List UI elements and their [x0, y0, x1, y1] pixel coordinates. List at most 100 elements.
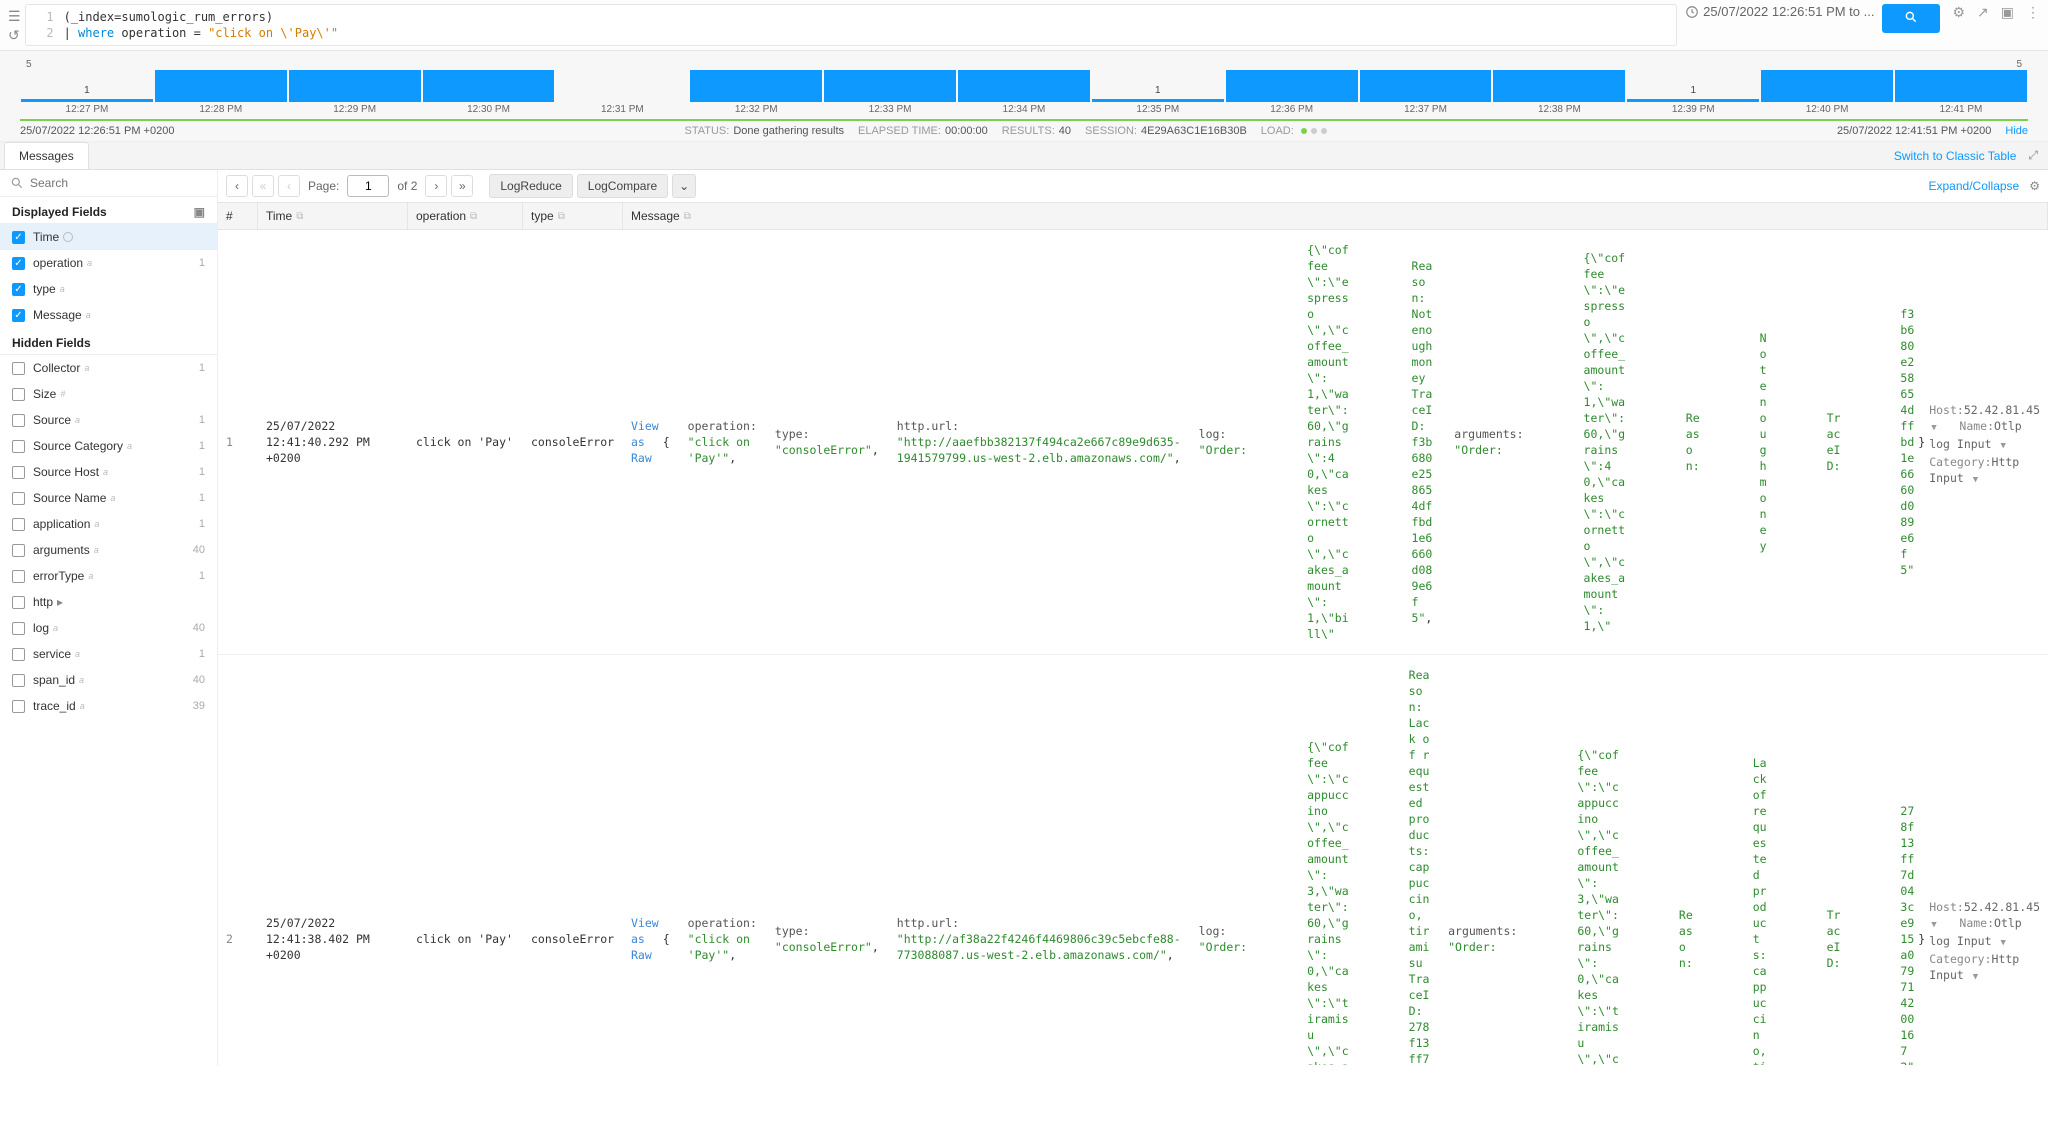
histogram-bar[interactable]: 1: [21, 99, 153, 102]
history-icon[interactable]: ↺: [8, 27, 21, 44]
histogram-bar[interactable]: [690, 70, 822, 102]
view-raw-link[interactable]: View as Raw: [631, 419, 659, 465]
field-checkbox[interactable]: [12, 674, 25, 687]
col-time[interactable]: Time⧉: [258, 203, 408, 229]
field-row-http[interactable]: http ▸: [0, 589, 217, 615]
histogram-bar[interactable]: [1761, 70, 1893, 102]
field-checkbox[interactable]: [12, 388, 25, 401]
col-operation[interactable]: operation⧉: [408, 203, 523, 229]
field-row-message[interactable]: ✓Message a: [0, 302, 217, 328]
field-checkbox[interactable]: [12, 596, 25, 609]
field-checkbox[interactable]: [12, 544, 25, 557]
fields-sidebar: Displayed Fields ▣ ✓Time ✓operation a1✓t…: [0, 170, 218, 1065]
field-checkbox[interactable]: ✓: [12, 309, 25, 322]
field-row-operation[interactable]: ✓operation a1: [0, 250, 217, 276]
histogram-bar[interactable]: [958, 70, 1090, 102]
field-row-arguments[interactable]: arguments a40: [0, 537, 217, 563]
field-row-collector[interactable]: Collector a1: [0, 355, 217, 381]
results-gear-icon[interactable]: ⚙: [2029, 179, 2040, 193]
field-search: [0, 170, 217, 197]
field-row-application[interactable]: application a1: [0, 511, 217, 537]
chevron-down-icon[interactable]: ▼: [1973, 475, 1978, 485]
field-row-source-category[interactable]: Source Category a1: [0, 433, 217, 459]
histogram[interactable]: 1 1 1: [20, 70, 2028, 102]
field-checkbox[interactable]: ✓: [12, 283, 25, 296]
time-range-picker[interactable]: 25/07/2022 12:26:51 PM to ...: [1685, 4, 1874, 19]
tab-messages[interactable]: Messages: [4, 142, 89, 169]
field-checkbox[interactable]: [12, 414, 25, 427]
histogram-bar[interactable]: [824, 70, 956, 102]
field-row-source-host[interactable]: Source Host a1: [0, 459, 217, 485]
field-checkbox[interactable]: [12, 570, 25, 583]
histogram-bar[interactable]: [155, 70, 287, 102]
first-btn[interactable]: «: [252, 175, 274, 197]
copy-icon[interactable]: ⧉: [296, 211, 303, 222]
expand-collapse-link[interactable]: Expand/Collapse: [1929, 179, 2020, 193]
last-btn[interactable]: »: [451, 175, 473, 197]
save-icon[interactable]: ▣: [2001, 4, 2014, 21]
field-row-span_id[interactable]: span_id a40: [0, 667, 217, 693]
copy-icon[interactable]: ⧉: [558, 211, 565, 222]
field-checkbox[interactable]: [12, 622, 25, 635]
gear-icon[interactable]: ⚙: [1952, 4, 1965, 21]
field-checkbox[interactable]: ✓: [12, 257, 25, 270]
prev-page-btn[interactable]: ‹: [278, 175, 300, 197]
histogram-bar[interactable]: [1226, 70, 1358, 102]
kebab-icon[interactable]: ⋮: [2026, 4, 2040, 21]
search-button[interactable]: [1882, 4, 1940, 33]
chevron-down-icon[interactable]: ▼: [2000, 441, 2005, 451]
save-fields-icon[interactable]: ▣: [194, 205, 205, 219]
col-message[interactable]: Message⧉: [623, 203, 2048, 229]
query-editor[interactable]: 1(_index=sumologic_rum_errors) 2| where …: [25, 4, 1678, 46]
col-index[interactable]: #: [218, 203, 258, 229]
field-checkbox[interactable]: ✓: [12, 231, 25, 244]
logreduce-button[interactable]: LogReduce: [489, 174, 572, 198]
hide-histogram-link[interactable]: Hide: [2005, 125, 2028, 137]
field-row-trace_id[interactable]: trace_id a39: [0, 693, 217, 719]
field-row-service[interactable]: service a1: [0, 641, 217, 667]
histogram-bar[interactable]: 1: [1627, 99, 1759, 102]
field-checkbox[interactable]: [12, 466, 25, 479]
search-icon: [10, 176, 24, 190]
field-row-log[interactable]: log a40: [0, 615, 217, 641]
type-icon: a: [79, 675, 89, 685]
histogram-bar[interactable]: 1: [1092, 99, 1224, 102]
histogram-bar[interactable]: [1360, 70, 1492, 102]
copy-icon[interactable]: ⧉: [684, 211, 691, 222]
query-line-1: (_index=sumologic_rum_errors): [64, 9, 274, 25]
field-row-errortype[interactable]: errorType a1: [0, 563, 217, 589]
field-search-input[interactable]: [30, 176, 207, 190]
histogram-bar[interactable]: [1493, 70, 1625, 102]
chevron-down-icon[interactable]: ▼: [2000, 938, 2005, 948]
field-row-source-name[interactable]: Source Name a1: [0, 485, 217, 511]
switch-classic-link[interactable]: Switch to Classic Table: [1894, 149, 2017, 163]
field-row-size[interactable]: Size #: [0, 381, 217, 407]
logcompare-dd[interactable]: ⌄: [672, 174, 696, 198]
col-type[interactable]: type⧉: [523, 203, 623, 229]
chevron-down-icon[interactable]: ▼: [1931, 423, 1936, 433]
field-checkbox[interactable]: [12, 700, 25, 713]
histogram-bar[interactable]: [1895, 70, 2027, 102]
page-input[interactable]: [347, 175, 389, 197]
field-checkbox[interactable]: [12, 648, 25, 661]
logcompare-button[interactable]: LogCompare: [577, 174, 668, 198]
view-raw-link[interactable]: View as Raw: [631, 916, 659, 962]
histogram-bar[interactable]: [289, 70, 421, 102]
expand-icon[interactable]: ⤢: [2028, 148, 2038, 163]
next-page-btn[interactable]: ›: [425, 175, 447, 197]
field-checkbox[interactable]: [12, 440, 25, 453]
copy-icon[interactable]: ⧉: [470, 211, 477, 222]
chevron-down-icon[interactable]: ▼: [1931, 920, 1936, 930]
share-icon[interactable]: ↗: [1977, 4, 1989, 21]
field-row-source[interactable]: Source a1: [0, 407, 217, 433]
field-checkbox[interactable]: [12, 518, 25, 531]
results-panel: ‹ « ‹ Page: of 2 › » LogReduce LogCompar…: [218, 170, 2048, 1065]
field-checkbox[interactable]: [12, 362, 25, 375]
field-row-type[interactable]: ✓type a: [0, 276, 217, 302]
chevron-down-icon[interactable]: ▼: [1973, 972, 1978, 982]
prev-btn[interactable]: ‹: [226, 175, 248, 197]
field-row-time[interactable]: ✓Time: [0, 224, 217, 250]
histogram-bar[interactable]: [423, 70, 555, 102]
field-checkbox[interactable]: [12, 492, 25, 505]
menu-icon[interactable]: ☰: [8, 8, 21, 25]
